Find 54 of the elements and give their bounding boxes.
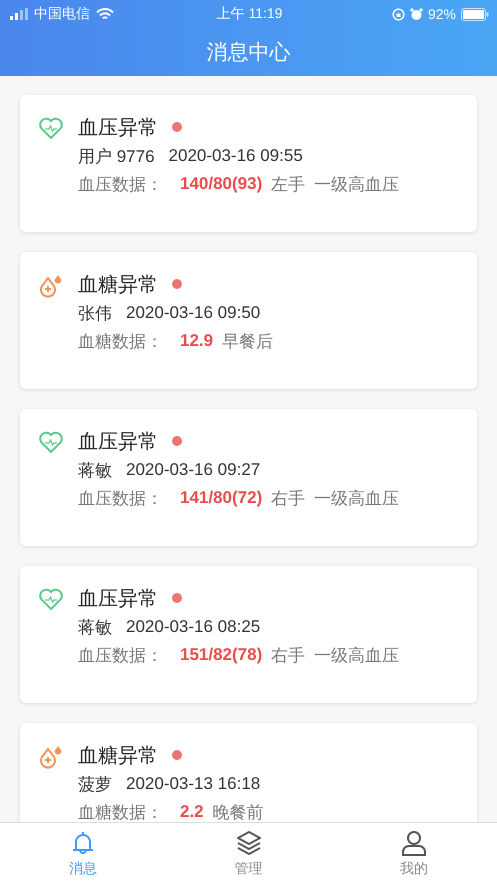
reading-value: 141/80(72)	[180, 488, 262, 508]
data-label: 血压数据：	[78, 488, 163, 510]
layers-icon	[234, 828, 262, 856]
timestamp: 2020-03-13 16:18	[126, 774, 260, 794]
alert-title: 血糖异常	[78, 744, 158, 768]
data-label: 血压数据：	[78, 644, 163, 666]
carrier-name: 中国电信	[34, 5, 90, 23]
alert-title: 血压异常	[78, 586, 158, 612]
message-card[interactable]: 血糖异常 菠萝 2020-03-13 16:18 血糖数据： 2.2 晚餐前	[20, 723, 477, 822]
reading-note: 一级高血压	[314, 488, 400, 510]
battery-icon	[461, 8, 490, 20]
message-card[interactable]: 血压异常 蒋敏 2020-03-16 09:27 血压数据： 141/80(72) 右手 一级高血压	[20, 409, 477, 546]
wifi-icon	[96, 8, 114, 20]
message-card[interactable]: 血糖异常 张伟 2020-03-16 09:50 血糖数据： 12.9 早餐后	[20, 252, 477, 389]
message-card[interactable]: 血压异常 蒋敏 2020-03-16 08:25 血压数据： 151/82(78) 右手 一级高血压	[20, 566, 477, 703]
reading-note: 晚餐前	[212, 802, 264, 822]
heart-pulse-icon	[38, 115, 64, 141]
timestamp: 2020-03-16 09:50	[126, 303, 260, 323]
person-icon	[400, 828, 428, 856]
user-name: 蒋敏	[78, 460, 112, 482]
reading-note: 左手	[271, 174, 306, 196]
data-label: 血糖数据：	[78, 802, 163, 822]
alarm-icon	[410, 8, 423, 20]
data-label: 血糖数据：	[78, 330, 163, 352]
user-name: 菠萝	[78, 774, 112, 796]
alert-title: 血压异常	[78, 116, 158, 140]
reading-value: 2.2	[180, 802, 204, 822]
clock-time: 上午 11:19	[216, 5, 282, 21]
timestamp: 2020-03-16 09:27	[126, 460, 260, 480]
message-card[interactable]: 血压异常 用户 9776 2020-03-16 09:55 血压数据： 140/80(93) 左手 一级高血压	[20, 95, 477, 232]
timestamp: 2020-03-16 08:25	[126, 617, 260, 637]
alert-title: 血压异常	[78, 430, 158, 454]
signal-icon	[10, 8, 28, 20]
battery-percent: 92%	[428, 6, 456, 22]
user-name: 蒋敏	[78, 616, 112, 638]
reading-note: 右手	[271, 644, 306, 666]
reading-note: 一级高血压	[314, 174, 400, 196]
user-name: 用户 9776	[78, 146, 155, 168]
reading-note: 右手	[271, 488, 306, 510]
page-title: 消息中心	[206, 40, 290, 66]
tab-button[interactable]: 我的	[331, 823, 497, 883]
reading-value: 12.9	[180, 331, 214, 351]
data-label: 血压数据：	[78, 174, 163, 196]
reading-note: 早餐后	[222, 330, 274, 352]
timestamp: 2020-03-16 09:55	[168, 146, 303, 166]
reading-value: 140/80(93)	[180, 174, 262, 194]
heart-pulse-icon	[38, 586, 64, 612]
alert-title: 血糖异常	[78, 272, 158, 298]
heart-pulse-icon	[38, 429, 64, 455]
rotation-lock-icon	[392, 8, 405, 20]
reading-value: 151/82(78)	[180, 645, 262, 665]
reading-note: 一级高血压	[314, 644, 400, 666]
tab-button[interactable]: 管理	[166, 823, 332, 883]
user-name: 张伟	[78, 302, 112, 324]
